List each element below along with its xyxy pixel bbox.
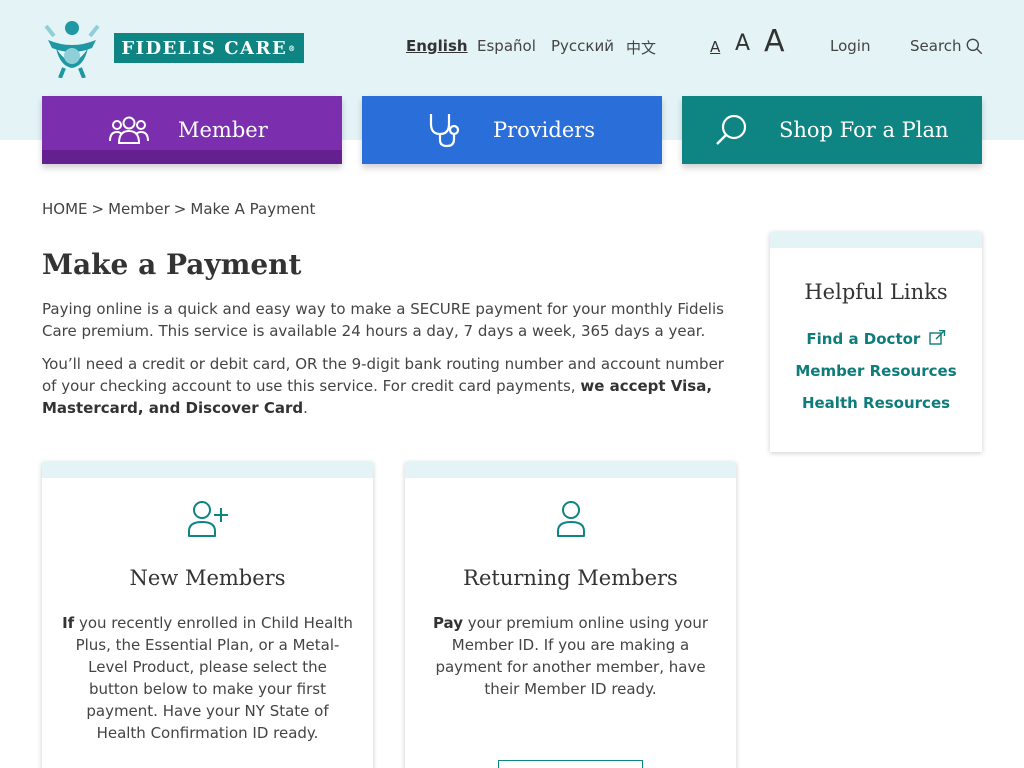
nav-tile-providers-label: Providers — [493, 118, 596, 142]
breadcrumb-separator: > — [91, 200, 105, 218]
language-russian-link[interactable]: Русский — [551, 37, 614, 55]
nav-tile-shop-for-a-plan[interactable]: Shop For a Plan — [682, 96, 982, 164]
font-size-large-button[interactable]: A — [764, 24, 785, 59]
health-resources-link[interactable]: Health Resources — [770, 394, 982, 412]
breadcrumb-home-link[interactable]: HOME — [42, 200, 88, 218]
member-resources-link[interactable]: Member Resources — [770, 362, 982, 380]
new-members-card: New Members If you recently enrolled in … — [42, 462, 373, 768]
user-icon — [556, 501, 585, 537]
card-top-band — [770, 232, 982, 248]
nav-tile-shop-label: Shop For a Plan — [779, 118, 949, 142]
helpful-links-card: Helpful Links Find a Doctor Member Resou… — [770, 232, 982, 452]
stethoscope-icon — [429, 114, 460, 148]
requirements-paragraph: You’ll need a credit or debit card, OR t… — [42, 353, 742, 419]
external-link-icon — [928, 329, 945, 345]
nav-tile-member-label: Member — [178, 118, 268, 142]
language-chinese-link[interactable]: 中文 — [626, 37, 656, 58]
users-icon — [109, 116, 149, 144]
intro-paragraph: Paying online is a quick and easy way to… — [42, 300, 724, 340]
active-indicator — [42, 150, 342, 164]
font-size-small-button[interactable]: A — [710, 38, 720, 56]
search-label: Search — [910, 37, 962, 55]
logo-figure-icon — [44, 21, 100, 78]
brand-name: Fidelis Care — [121, 37, 288, 59]
nav-tile-providers[interactable]: Providers — [362, 96, 662, 164]
breadcrumb-member-link[interactable]: Member — [108, 200, 170, 218]
user-plus-icon — [187, 501, 228, 537]
helpful-links-title: Helpful Links — [804, 280, 948, 304]
logo-wordmark: Fidelis Care ® — [114, 33, 304, 63]
login-link[interactable]: Login — [830, 37, 870, 55]
returning-members-card: Returning Members Pay your premium onlin… — [405, 462, 736, 768]
find-a-doctor-link[interactable]: Find a Doctor — [770, 329, 982, 348]
page-title: Make a Payment — [42, 248, 302, 281]
nav-tile-member[interactable]: Member — [42, 96, 342, 164]
returning-members-payment-button[interactable] — [498, 760, 643, 768]
language-spanish-link[interactable]: Español — [477, 37, 536, 55]
returning-members-lead: Pay — [432, 614, 463, 632]
language-english-link[interactable]: English — [406, 37, 468, 55]
card-top-band — [405, 462, 736, 478]
search-icon — [716, 114, 747, 145]
returning-members-text: your premium online using your Member ID… — [435, 614, 709, 698]
search-link[interactable]: Search — [910, 37, 983, 55]
card-top-band — [42, 462, 373, 478]
new-members-lead: If — [62, 614, 75, 632]
registered-mark: ® — [288, 43, 297, 53]
new-members-text: you recently enrolled in Child Health Pl… — [74, 614, 353, 742]
breadcrumb: HOME > Member > Make A Payment — [42, 200, 315, 218]
returning-members-description: Pay your premium online using your Membe… — [405, 612, 736, 700]
new-members-title: New Members — [129, 566, 286, 590]
font-size-medium-button[interactable]: A — [735, 31, 750, 56]
returning-members-title: Returning Members — [463, 566, 678, 590]
new-members-description: If you recently enrolled in Child Health… — [42, 612, 373, 744]
requirements-end: . — [303, 399, 308, 417]
find-a-doctor-label: Find a Doctor — [806, 330, 921, 348]
search-icon — [966, 38, 982, 54]
breadcrumb-current: Make A Payment — [190, 200, 316, 218]
fidelis-care-logo[interactable]: Fidelis Care ® — [42, 18, 304, 78]
breadcrumb-separator: > — [173, 200, 187, 218]
